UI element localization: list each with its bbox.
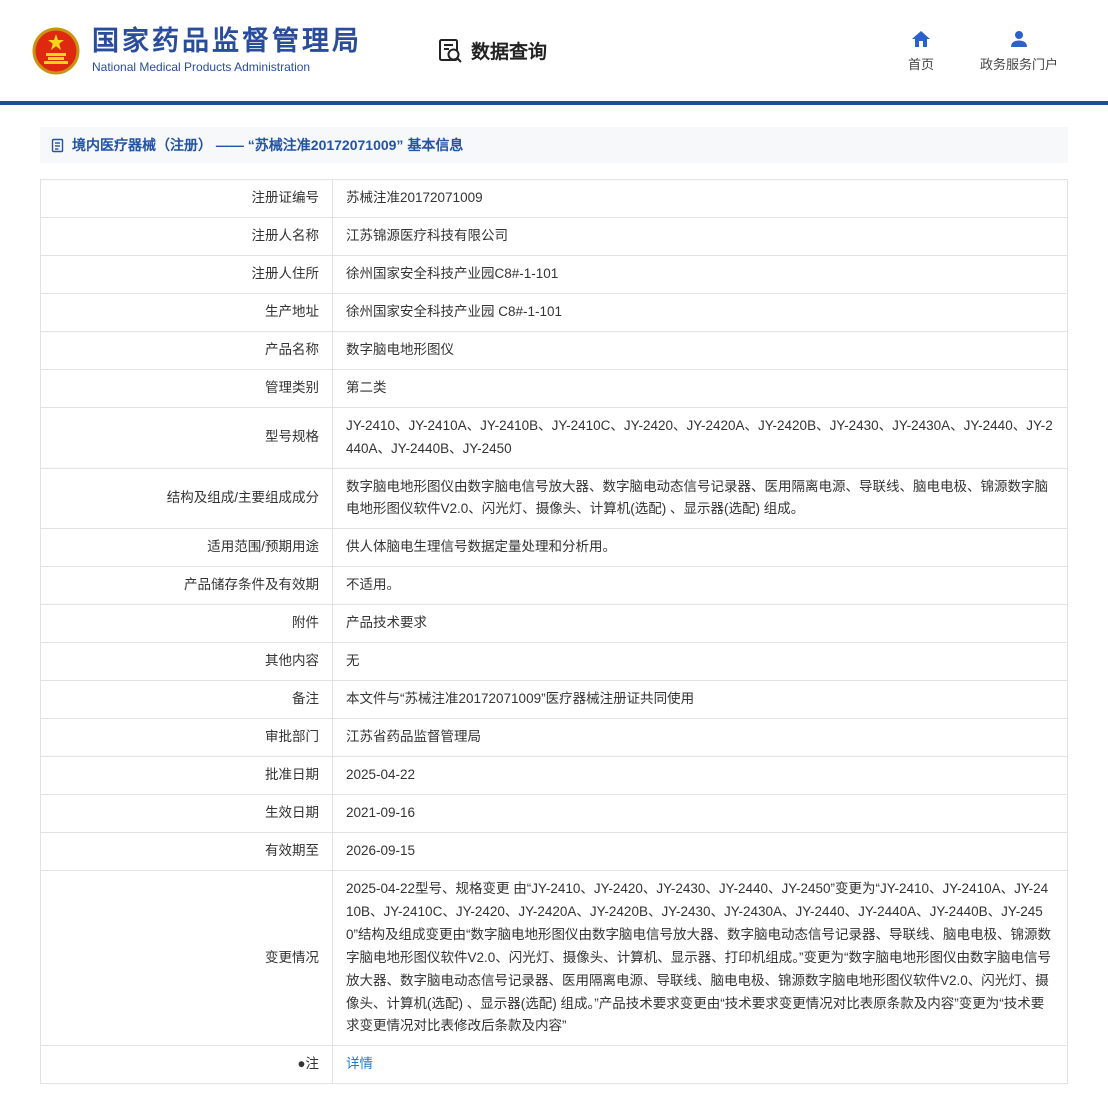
national-emblem-icon	[32, 27, 80, 74]
field-value: JY-2410、JY-2410A、JY-2410B、JY-2410C、JY-24…	[332, 406, 1068, 469]
table-row: 备注 本文件与“苏械注准20172071009”医疗器械注册证共同使用	[40, 680, 1068, 720]
table-row: 其他内容 无	[40, 642, 1068, 682]
site-title-cn: 国家药品监督管理局	[92, 26, 362, 57]
page-title-text: 境内医疗器械（注册） —— “苏械注准20172071009” 基本信息	[72, 137, 464, 153]
table-row: 有效期至 2026-09-15	[40, 831, 1068, 871]
table-row: 管理类别 第二类	[40, 368, 1068, 408]
field-value: 徐州国家安全科技产业园 C8#-1-101	[332, 292, 1068, 332]
field-value: 2021-09-16	[332, 793, 1068, 833]
field-value: 2025-04-22	[332, 756, 1068, 795]
field-label: 管理类别	[40, 368, 333, 408]
field-value: 第二类	[332, 368, 1068, 408]
table-row: ●注 详情	[40, 1045, 1068, 1085]
table-row: 审批部门 江苏省药品监督管理局	[40, 718, 1068, 757]
home-icon	[911, 30, 930, 47]
data-query-tab[interactable]: 数据查询	[437, 37, 547, 64]
main-content: 境内医疗器械（注册） —— “苏械注准20172071009” 基本信息 注册证…	[0, 105, 1108, 1094]
field-label: 注册人住所	[40, 254, 333, 294]
details-link[interactable]: 详情	[346, 1056, 373, 1071]
field-label: 附件	[40, 604, 333, 644]
nav-item-portal[interactable]: 政务服务门户	[980, 29, 1058, 73]
field-value: 本文件与“苏械注准20172071009”医疗器械注册证共同使用	[332, 680, 1068, 720]
field-value: 无	[332, 642, 1068, 682]
field-value: 江苏锦源医疗科技有限公司	[332, 216, 1068, 256]
table-row: 产品名称 数字脑电地形图仪	[40, 330, 1068, 370]
field-label: 适用范围/预期用途	[40, 528, 333, 568]
field-label: 其他内容	[40, 642, 333, 682]
table-row: 产品储存条件及有效期 不适用。	[40, 566, 1068, 606]
table-row: 注册人住所 徐州国家安全科技产业园C8#-1-101	[40, 254, 1068, 294]
field-label: 批准日期	[40, 756, 333, 795]
field-label: 结构及组成/主要组成成分	[40, 467, 333, 530]
site-header: 国家药品监督管理局 National Medical Products Admi…	[0, 0, 1108, 101]
field-value: 江苏省药品监督管理局	[332, 718, 1068, 757]
brand-text: 国家药品监督管理局 National Medical Products Admi…	[92, 26, 362, 74]
data-query-icon	[439, 39, 462, 63]
header-nav: 首页 政务服务门户	[908, 29, 1076, 73]
field-label: 备注	[40, 680, 333, 720]
field-value: 数字脑电地形图仪由数字脑电信号放大器、数字脑电动态信号记录器、医用隔离电源、导联…	[332, 467, 1068, 530]
user-icon	[1010, 30, 1027, 47]
table-row: 型号规格 JY-2410、JY-2410A、JY-2410B、JY-2410C、…	[40, 406, 1068, 469]
document-icon	[51, 138, 64, 152]
field-label: 型号规格	[40, 406, 333, 469]
site-logo[interactable]: 国家药品监督管理局 National Medical Products Admi…	[32, 26, 362, 75]
field-label: 产品名称	[40, 330, 333, 370]
table-row: 生产地址 徐州国家安全科技产业园 C8#-1-101	[40, 292, 1068, 332]
field-value: 产品技术要求	[332, 604, 1068, 644]
data-query-label: 数据查询	[471, 42, 548, 63]
table-row: 适用范围/预期用途 供人体脑电生理信号数据定量处理和分析用。	[40, 528, 1068, 568]
field-value: 不适用。	[332, 566, 1068, 606]
table-row: 注册证编号 苏械注准20172071009	[40, 179, 1068, 218]
field-label: 注册证编号	[40, 179, 333, 218]
field-value: 详情	[332, 1045, 1068, 1085]
nav-item-label: 政务服务门户	[979, 56, 1058, 72]
field-label: 生产地址	[40, 292, 333, 332]
field-label: 审批部门	[40, 718, 333, 757]
field-value: 数字脑电地形图仪	[332, 330, 1068, 370]
field-value: 供人体脑电生理信号数据定量处理和分析用。	[332, 528, 1068, 568]
field-value: 徐州国家安全科技产业园C8#-1-101	[332, 254, 1068, 294]
field-value: 2026-09-15	[332, 831, 1068, 871]
nav-item-home[interactable]: 首页	[908, 29, 934, 73]
table-row: 生效日期 2021-09-16	[40, 793, 1068, 833]
table-row: 附件 产品技术要求	[40, 604, 1068, 644]
page-title: 境内医疗器械（注册） —— “苏械注准20172071009” 基本信息	[40, 127, 1068, 163]
table-row: 注册人名称 江苏锦源医疗科技有限公司	[40, 216, 1068, 256]
field-label: 生效日期	[40, 793, 333, 833]
registration-info-table: 注册证编号 苏械注准20172071009 注册人名称 江苏锦源医疗科技有限公司…	[40, 179, 1068, 1085]
field-label: 注册人名称	[40, 216, 333, 256]
field-label: 有效期至	[40, 831, 333, 871]
nav-item-label: 首页	[907, 56, 934, 72]
site-title-en: National Medical Products Administration	[92, 59, 311, 74]
field-value: 苏械注准20172071009	[332, 179, 1068, 218]
field-label: 产品储存条件及有效期	[40, 566, 333, 606]
table-row: 批准日期 2025-04-22	[40, 756, 1068, 795]
field-label: ●注	[40, 1045, 333, 1085]
table-row: 结构及组成/主要组成成分 数字脑电地形图仪由数字脑电信号放大器、数字脑电动态信号…	[40, 467, 1068, 530]
